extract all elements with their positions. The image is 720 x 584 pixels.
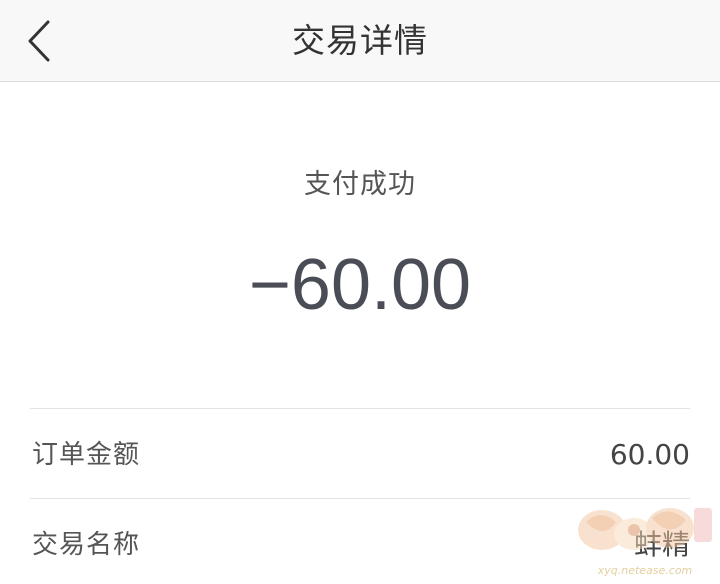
detail-label: 交易名称 [32, 530, 141, 560]
navigation-bar: 交易详情 [0, 0, 720, 82]
payment-status: 支付成功 [304, 169, 416, 200]
detail-value: 60.00 [609, 438, 690, 471]
page-title: 交易详情 [292, 21, 428, 60]
detail-label: 订单金额 [32, 440, 141, 470]
divider [30, 408, 690, 409]
game-logo-watermark-icon: xyq.netease.com [572, 500, 718, 580]
detail-row-order-amount: 订单金额 60.00 [30, 425, 690, 485]
watermark-url: xyq.netease.com [597, 564, 693, 577]
transaction-amount: −60.00 [248, 245, 472, 325]
divider [30, 498, 690, 499]
